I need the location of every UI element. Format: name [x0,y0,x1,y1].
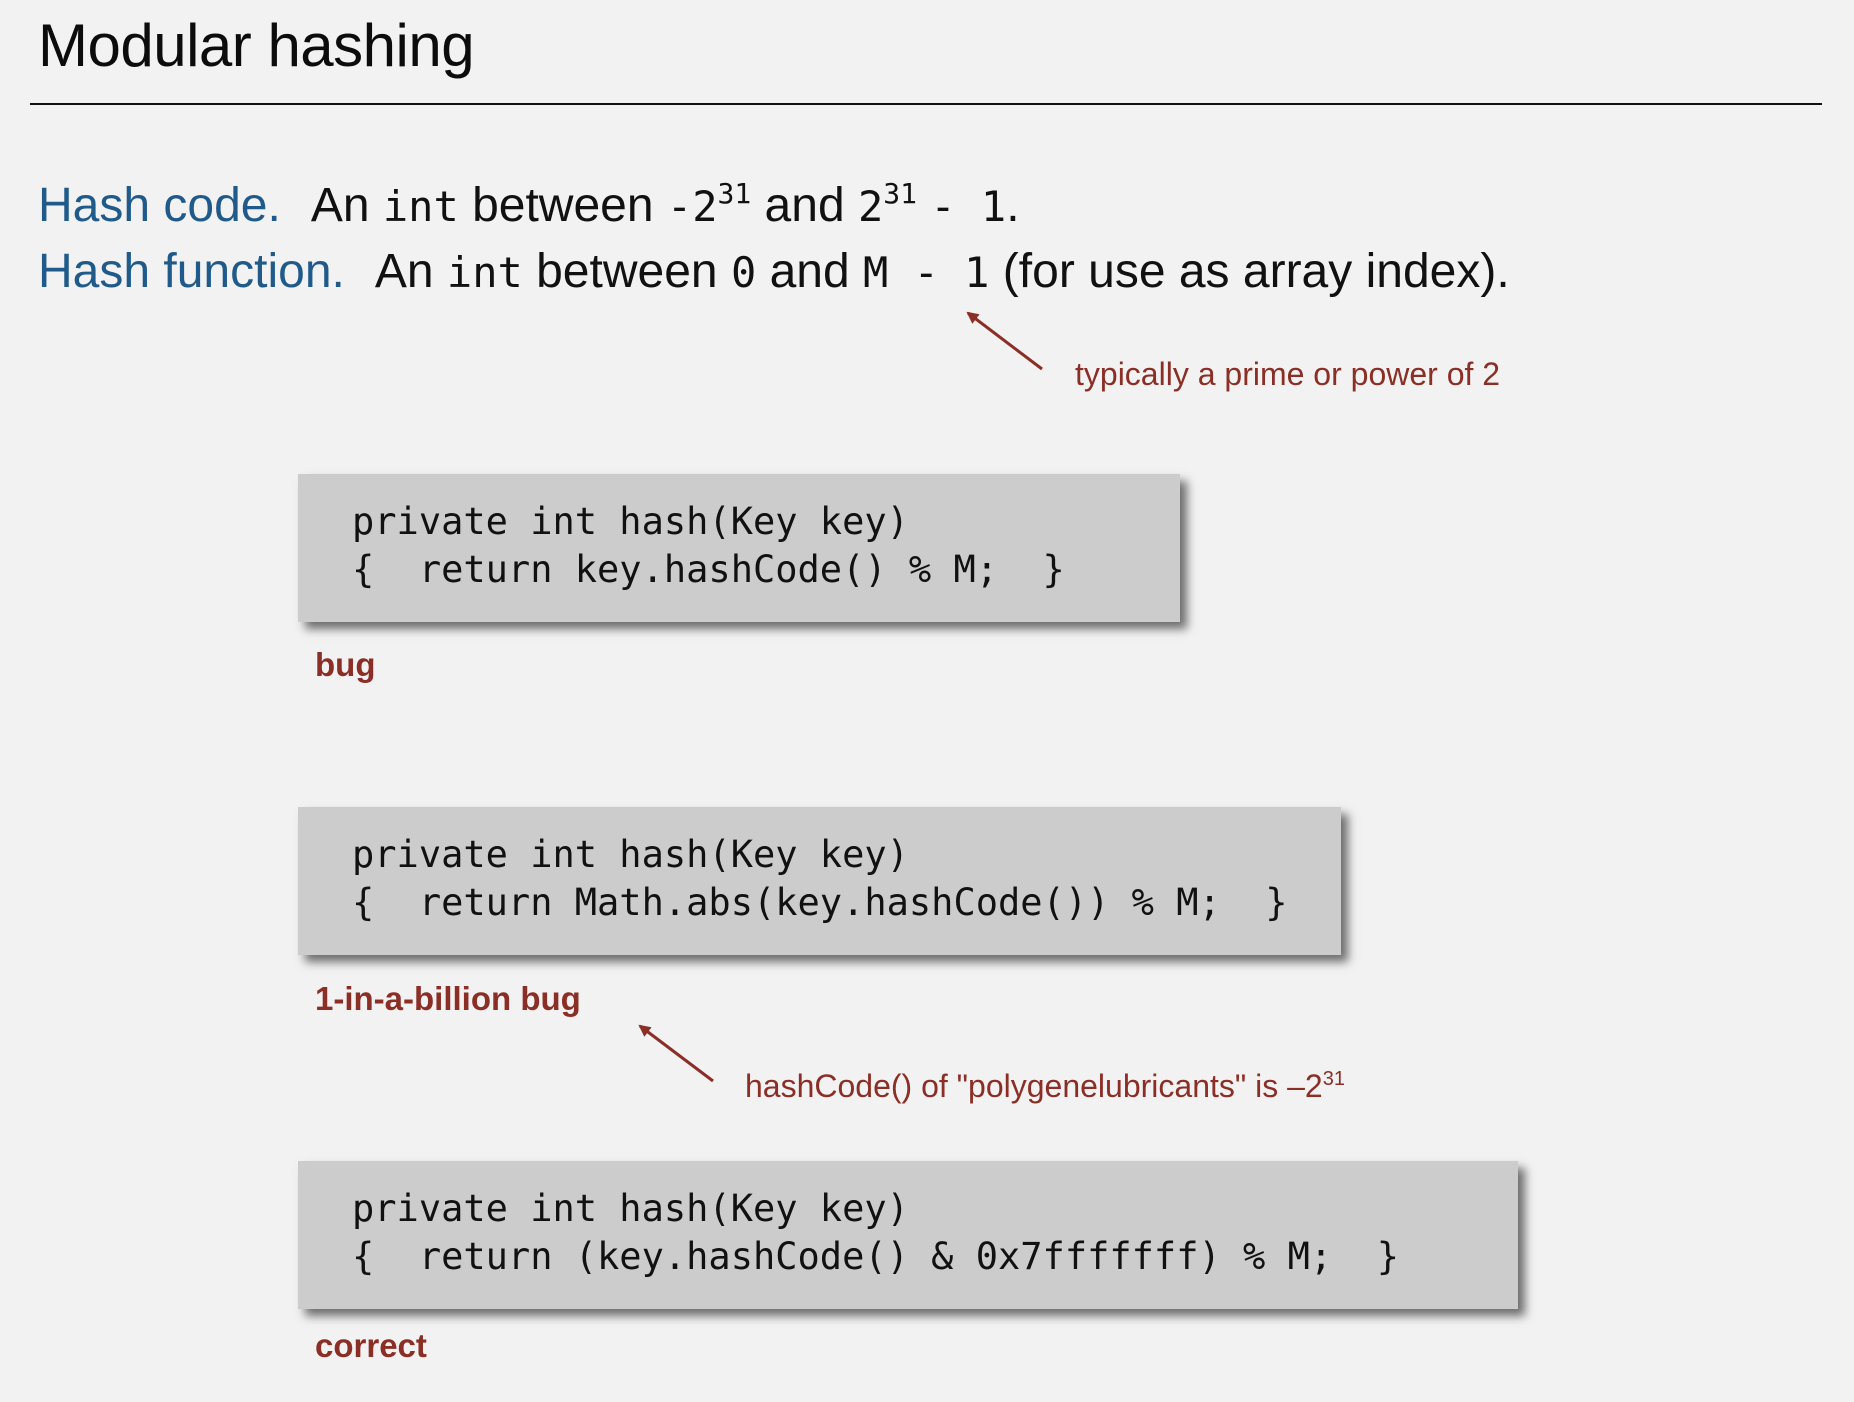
polygene-note: hashCode() of "polygenelubricants" is –2… [745,1059,1345,1106]
code-block-abs-bug: private int hash(Key key) { return Math.… [298,807,1341,955]
polygene-note-arrow [638,1024,714,1083]
code-line-body: { return (key.hashCode() & 0x7fffffff) %… [352,1235,1399,1278]
polygene-note-exponent: 31 [1322,1068,1345,1090]
prime-note-arrow [966,311,1043,371]
label-bug: bug [315,646,376,683]
code-block-correct: private int hash(Key key) { return (key.… [298,1161,1518,1309]
code-block-bug: private int hash(Key key) { return key.h… [298,474,1180,622]
code-line-signature: private int hash(Key key) [352,500,909,543]
label-correct: correct [315,1327,427,1364]
label-billion-bug: 1-in-a-billion bug [315,980,581,1017]
code-line-signature: private int hash(Key key) [352,1187,909,1230]
code-line-body: { return Math.abs(key.hashCode()) % M; } [352,881,1288,924]
code-line-signature: private int hash(Key key) [352,833,909,876]
prime-note: typically a prime or power of 2 [1075,356,1501,392]
code-line-body: { return key.hashCode() % M; } [352,548,1065,591]
polygene-note-text: hashCode() of "polygenelubricants" is –2 [745,1068,1323,1104]
